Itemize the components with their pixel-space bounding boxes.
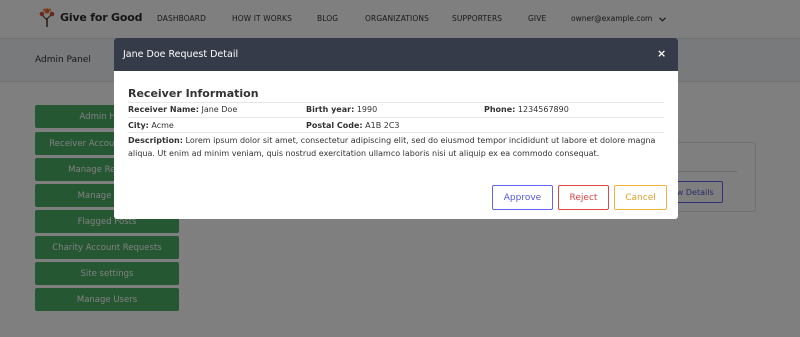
row-divider <box>128 117 664 118</box>
modal-header: Jane Doe Request Detail × <box>114 38 678 71</box>
phone-field: Phone: 1234567890 <box>484 105 569 114</box>
request-detail-modal: Jane Doe Request Detail × Receiver Infor… <box>114 38 678 219</box>
city-value: Acme <box>151 121 174 130</box>
receiver-name-field: Receiver Name: Jane Doe <box>128 105 237 114</box>
cancel-button[interactable]: Cancel <box>614 185 667 210</box>
section-title: Receiver Information <box>128 87 259 100</box>
modal-title: Jane Doe Request Detail <box>123 49 239 60</box>
description-field: Description: Lorem ipsum dolor sit amet,… <box>128 134 664 160</box>
reject-button[interactable]: Reject <box>558 185 609 210</box>
phone-value: 1234567890 <box>517 105 569 114</box>
row-divider <box>128 102 664 103</box>
city-label: City: <box>128 121 149 130</box>
birth-year-label: Birth year: <box>306 105 355 114</box>
birth-year-field: Birth year: 1990 <box>306 105 377 114</box>
close-icon[interactable]: × <box>657 48 666 60</box>
row-divider <box>128 132 664 133</box>
approve-button[interactable]: Approve <box>492 185 553 210</box>
description-label: Description: <box>128 136 183 145</box>
description-value: Lorem ipsum dolor sit amet, consectetur … <box>128 136 656 158</box>
postal-code-field: Postal Code: A1B 2C3 <box>306 121 400 130</box>
receiver-name-label: Receiver Name: <box>128 105 199 114</box>
postal-code-label: Postal Code: <box>306 121 363 130</box>
birth-year-value: 1990 <box>356 105 378 114</box>
phone-label: Phone: <box>484 105 516 114</box>
postal-code-value: A1B 2C3 <box>365 121 400 130</box>
receiver-name-value: Jane Doe <box>201 105 238 114</box>
city-field: City: Acme <box>128 121 174 130</box>
